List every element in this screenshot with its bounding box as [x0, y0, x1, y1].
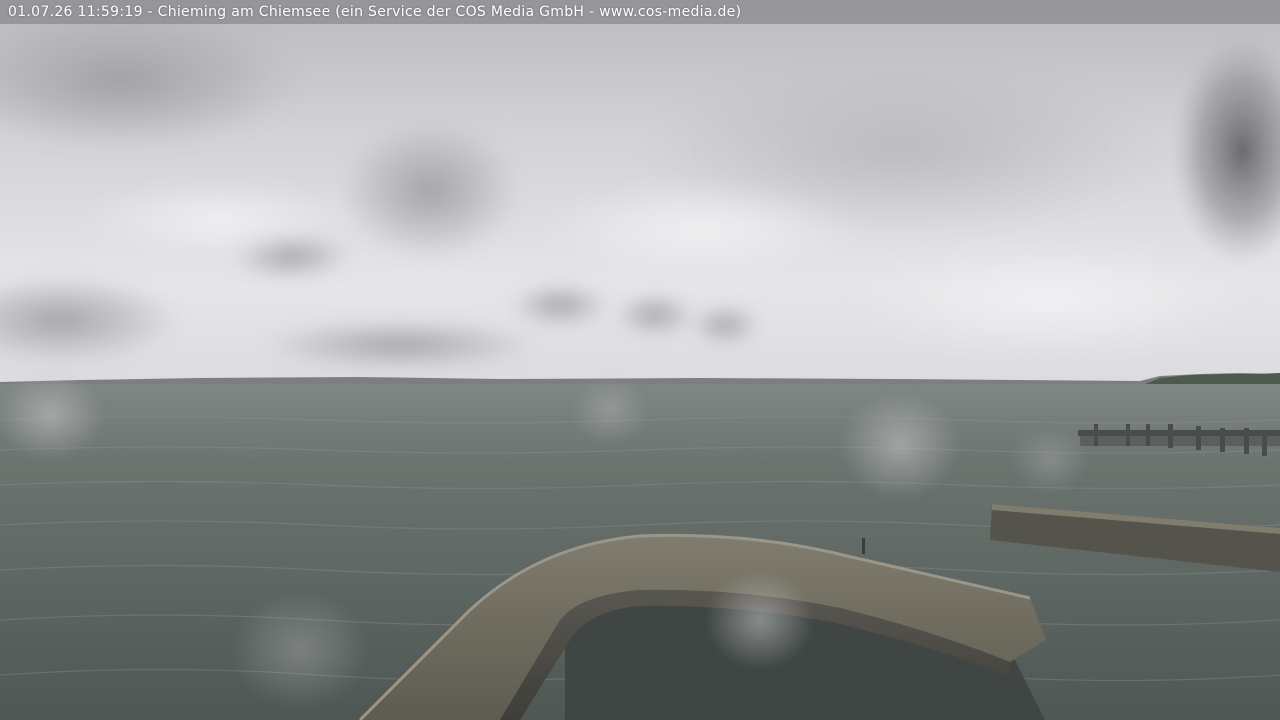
lake-scene — [0, 0, 1280, 720]
timestamp-caption: 01.07.26 11:59:19 - Chieming am Chiemsee… — [8, 4, 742, 20]
webcam-frame: 01.07.26 11:59:19 - Chieming am Chiemsee… — [0, 0, 1280, 720]
timestamp-overlay-bar: 01.07.26 11:59:19 - Chieming am Chiemsee… — [0, 0, 1280, 24]
